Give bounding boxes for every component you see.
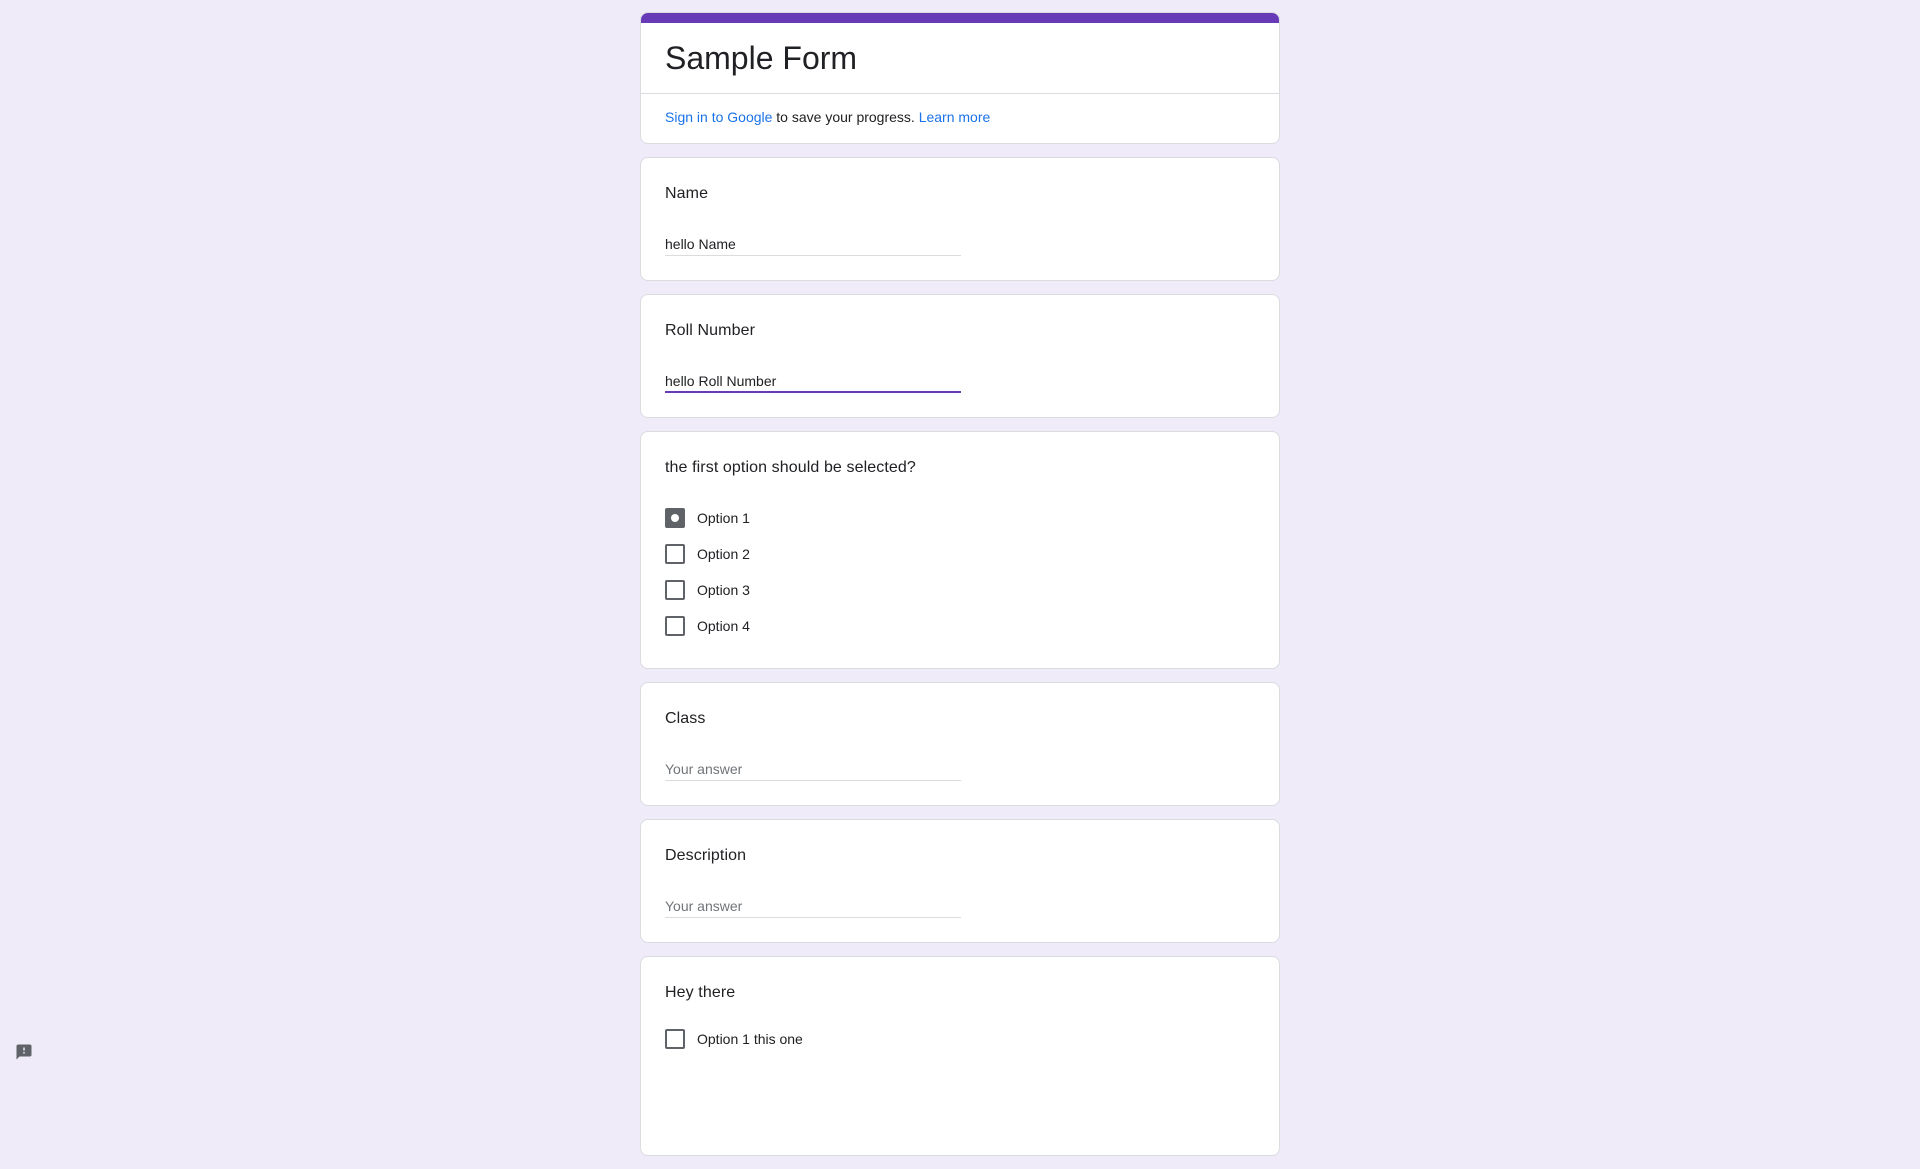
option-2[interactable]: Option 2 bbox=[665, 536, 1255, 572]
question-title: the first option should be selected? bbox=[665, 459, 916, 476]
class-input[interactable] bbox=[665, 757, 961, 781]
form-container: Sample Form Sign in to Google to save yo… bbox=[640, 12, 1280, 1169]
option-label: Option 4 bbox=[697, 618, 750, 634]
question-card-description: Description bbox=[640, 819, 1280, 943]
roll-number-input[interactable] bbox=[665, 369, 961, 393]
options-list: Option 1 this one bbox=[665, 1021, 1255, 1057]
option-1[interactable]: Option 1 bbox=[665, 500, 1255, 536]
question-title: Description bbox=[665, 847, 747, 864]
option-3[interactable]: Option 3 bbox=[665, 572, 1255, 608]
options-list: Option 1 Option 2 Option 3 Option 4 bbox=[665, 500, 1255, 644]
signin-link[interactable]: Sign in to Google bbox=[665, 109, 772, 125]
learn-more-link[interactable]: Learn more bbox=[919, 109, 991, 125]
question-card-class: Class bbox=[640, 682, 1280, 806]
option-label: Option 3 bbox=[697, 582, 750, 598]
checkbox-icon[interactable] bbox=[665, 1029, 685, 1049]
signin-text: to save your progress. bbox=[772, 109, 919, 125]
checkbox-icon[interactable] bbox=[665, 544, 685, 564]
question-title: Class bbox=[665, 710, 706, 727]
form-title: Sample Form bbox=[665, 40, 858, 76]
option-label: Option 1 bbox=[697, 510, 750, 526]
question-title: Hey there bbox=[665, 984, 736, 1001]
question-card-hey-there: Hey there Option 1 this one bbox=[640, 956, 1280, 1156]
question-card-options: the first option should be selected? Opt… bbox=[640, 431, 1280, 669]
checkbox-icon[interactable] bbox=[665, 580, 685, 600]
option-label: Option 1 this one bbox=[697, 1031, 803, 1047]
option-1[interactable]: Option 1 this one bbox=[665, 1021, 1255, 1057]
checkbox-checked-icon[interactable] bbox=[665, 508, 685, 528]
signin-row: Sign in to Google to save your progress.… bbox=[641, 94, 1279, 143]
option-label: Option 2 bbox=[697, 546, 750, 562]
question-title: Name bbox=[665, 185, 709, 202]
option-4[interactable]: Option 4 bbox=[665, 608, 1255, 644]
question-title: Roll Number bbox=[665, 322, 756, 339]
header-accent-bar bbox=[641, 13, 1279, 23]
question-card-name: Name bbox=[640, 157, 1280, 281]
question-card-roll-number: Roll Number bbox=[640, 294, 1280, 418]
name-input[interactable] bbox=[665, 232, 961, 256]
title-area: Sample Form bbox=[641, 23, 1279, 94]
form-header-card: Sample Form Sign in to Google to save yo… bbox=[640, 12, 1280, 144]
description-input[interactable] bbox=[665, 894, 961, 918]
checkbox-icon[interactable] bbox=[665, 616, 685, 636]
report-problem-icon[interactable] bbox=[12, 1040, 36, 1064]
